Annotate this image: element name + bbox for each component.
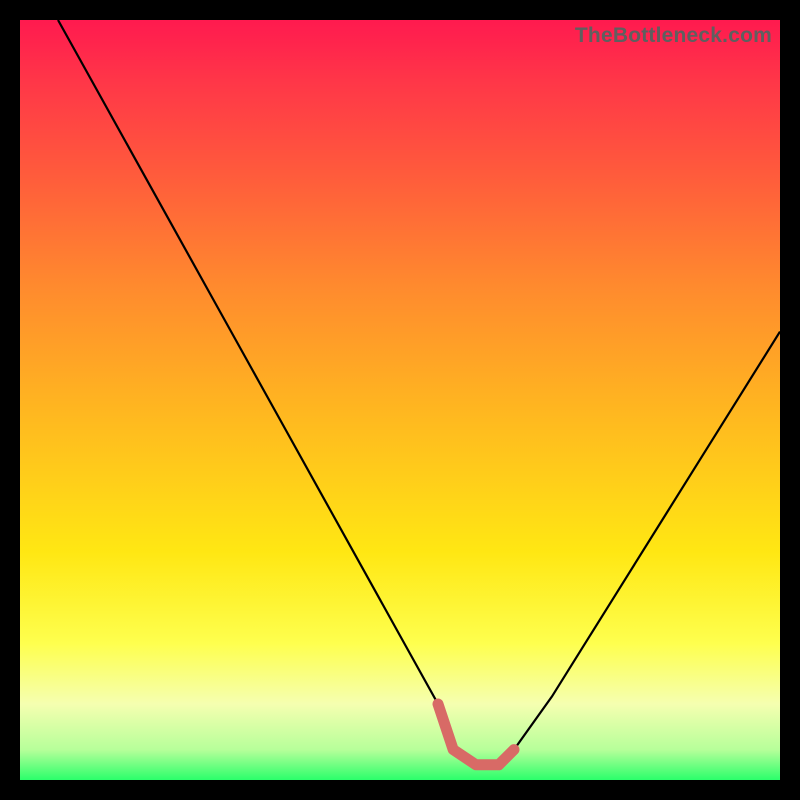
curve-right-path	[499, 332, 780, 765]
plot-area: TheBottleneck.com	[20, 20, 780, 780]
chart-frame: TheBottleneck.com	[0, 0, 800, 800]
bottleneck-curve	[20, 20, 780, 780]
trough-highlight-path	[438, 704, 514, 765]
curve-left-path	[58, 20, 453, 750]
